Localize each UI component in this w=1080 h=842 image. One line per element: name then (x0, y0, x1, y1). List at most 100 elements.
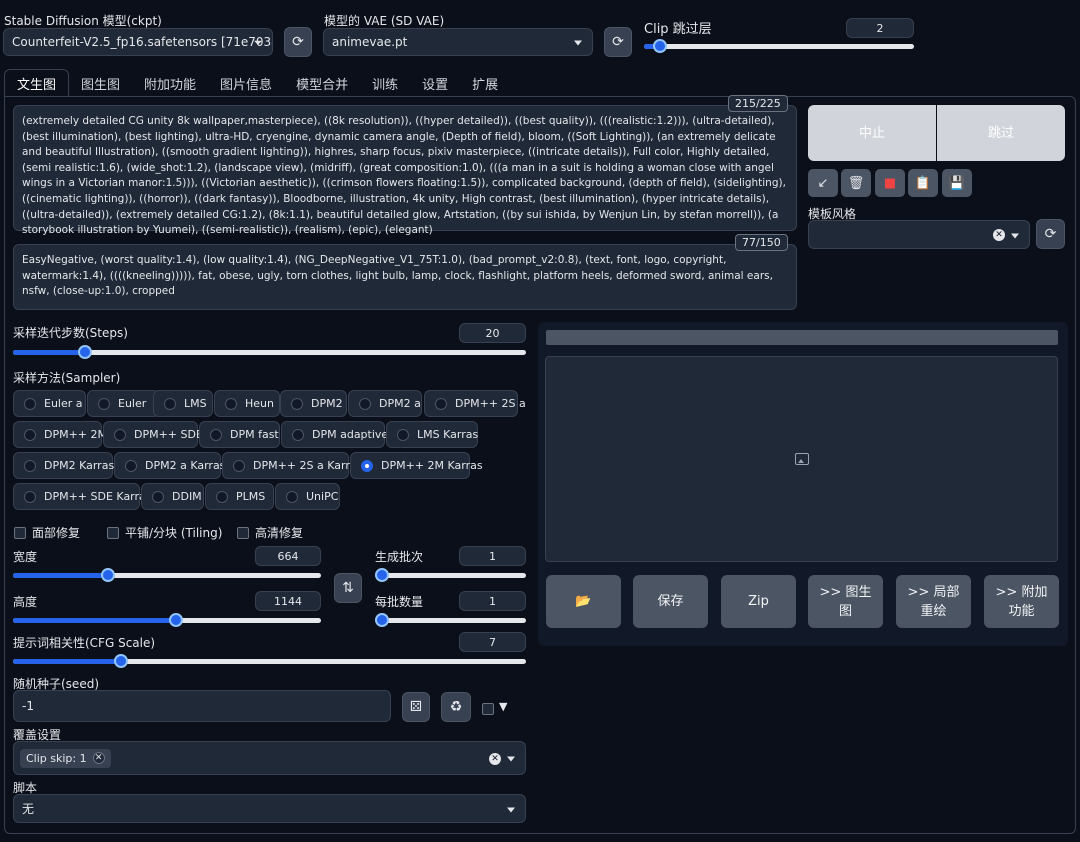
tab-1[interactable]: 图生图 (69, 69, 132, 97)
radio-dot[interactable] (98, 397, 110, 410)
sampler-option[interactable]: Heun (214, 390, 280, 417)
refresh-ckpt-button[interactable]: ⟳ (284, 27, 312, 57)
width-value[interactable]: 664 (255, 546, 321, 566)
clear-prompt-button[interactable]: 🗑 (841, 169, 871, 197)
send-to-extras-button[interactable]: >> 附加 功能 (984, 575, 1059, 628)
sampler-option[interactable]: PLMS (205, 483, 274, 510)
tiling-checkbox[interactable]: 平铺/分块 (Tiling) (107, 524, 222, 541)
radio-dot[interactable] (435, 397, 447, 410)
refresh-styles-button[interactable]: ⟳ (1036, 219, 1065, 249)
clip-skip-value[interactable]: 2 (846, 18, 914, 38)
sampler-option[interactable]: DPM++ 2M (13, 421, 107, 448)
radio-dot[interactable] (233, 459, 245, 472)
tab-0[interactable]: 文生图 (4, 69, 70, 97)
open-folder-button[interactable]: 📂 (546, 575, 621, 628)
radio-dot[interactable] (164, 397, 176, 410)
radio-dot[interactable] (24, 490, 36, 503)
extra-seed-checkbox[interactable] (482, 703, 494, 715)
checkbox-box[interactable] (14, 526, 26, 539)
sampler-option[interactable]: Euler (87, 390, 160, 417)
remove-chip-icon[interactable]: ✕ (92, 752, 105, 764)
reuse-seed-button[interactable]: ♻ (441, 692, 471, 722)
radio-dot[interactable] (225, 397, 237, 410)
seed-input[interactable]: -1 (13, 690, 391, 722)
sampler-option[interactable]: LMS Karras (386, 421, 478, 448)
random-seed-button[interactable]: ⚄ (402, 692, 430, 722)
apply-style-button[interactable]: 📋 (908, 169, 938, 197)
clear-icon[interactable]: ✕ (489, 753, 501, 765)
width-slider[interactable] (13, 568, 321, 582)
vae-select[interactable]: animevae.pt (323, 28, 593, 56)
slider-thumb[interactable] (113, 654, 128, 668)
sampler-option[interactable]: DPM++ 2S a (424, 390, 526, 417)
sampler-option[interactable]: DDIM (141, 483, 204, 510)
sampler-option[interactable]: DPM++ 2M Karras (350, 452, 483, 479)
tab-2[interactable]: 附加功能 (132, 69, 208, 97)
read-params-button[interactable]: ↙ (808, 169, 838, 197)
sampler-option[interactable]: DPM2 Karras (13, 452, 114, 479)
triangle-down-icon[interactable]: ▼ (499, 700, 507, 713)
sampler-option[interactable]: DPM fast (199, 421, 280, 448)
radio-dot[interactable] (210, 428, 222, 441)
radio-dot[interactable] (361, 459, 373, 472)
batch-size-value[interactable]: 1 (459, 591, 526, 611)
slider-thumb[interactable] (375, 613, 389, 627)
hires-fix-checkbox[interactable]: 高清修复 (237, 524, 303, 541)
sampler-option[interactable]: DPM++ SDE Karras (13, 483, 152, 510)
tab-4[interactable]: 模型合并 (284, 69, 360, 97)
radio-dot[interactable] (24, 459, 36, 472)
sampler-option[interactable]: Euler a (13, 390, 86, 417)
sampler-option[interactable]: DPM++ SDE (103, 421, 203, 448)
slider-thumb[interactable] (77, 345, 92, 359)
slider-thumb[interactable] (169, 613, 184, 627)
sampler-option[interactable]: DPM2 (280, 390, 347, 417)
slider-thumb[interactable] (375, 568, 389, 582)
sampler-option[interactable]: DPM adaptive (281, 421, 388, 448)
send-to-inpaint-button[interactable]: >> 局部 重绘 (896, 575, 971, 628)
batch-count-value[interactable]: 1 (459, 546, 526, 566)
radio-dot[interactable] (125, 459, 137, 472)
height-value[interactable]: 1144 (255, 591, 321, 611)
slider-thumb[interactable] (653, 39, 668, 53)
steps-value[interactable]: 20 (459, 323, 526, 343)
clip-skip-slider[interactable] (644, 39, 914, 53)
radio-dot[interactable] (292, 428, 304, 441)
tab-7[interactable]: 扩展 (460, 69, 510, 97)
styles-select[interactable]: ✕ (808, 220, 1030, 249)
radio-dot[interactable] (286, 490, 298, 503)
steps-slider[interactable] (13, 345, 526, 359)
radio-dot[interactable] (152, 490, 164, 503)
radio-dot[interactable] (24, 397, 36, 410)
skip-button[interactable]: 跳过 (937, 105, 1065, 161)
negative-prompt-textarea[interactable]: EasyNegative, (worst quality:1.4), (low … (13, 244, 797, 310)
tab-5[interactable]: 训练 (360, 69, 410, 97)
slider-thumb[interactable] (101, 568, 116, 582)
height-slider[interactable] (13, 613, 321, 627)
script-select[interactable]: 无 (13, 794, 526, 823)
prompt-textarea[interactable]: (extremely detailed CG unity 8k wallpape… (13, 105, 797, 236)
cfg-value[interactable]: 7 (459, 632, 526, 652)
zip-button[interactable]: Zip (721, 575, 796, 628)
radio-dot[interactable] (291, 397, 303, 410)
cfg-slider[interactable] (13, 654, 526, 668)
override-settings-select[interactable]: Clip skip: 1 ✕ ✕ (13, 741, 526, 775)
sampler-option[interactable]: DPM2 a Karras (114, 452, 225, 479)
ckpt-select[interactable]: Counterfeit-V2.5_fp16.safetensors [71e70… (3, 28, 273, 56)
radio-dot[interactable] (216, 490, 228, 503)
sampler-option[interactable]: UniPC (275, 483, 340, 510)
clear-icon[interactable]: ✕ (993, 229, 1005, 241)
sampler-option[interactable]: DPM2 a (348, 390, 422, 417)
save-button[interactable]: 保存 (633, 575, 708, 628)
sampler-option[interactable]: DPM++ 2S a Karras (222, 452, 362, 479)
radio-dot[interactable] (114, 428, 126, 441)
radio-dot[interactable] (397, 428, 409, 441)
refresh-vae-button[interactable]: ⟳ (604, 27, 632, 57)
face-restore-checkbox[interactable]: 面部修复 (14, 524, 80, 541)
sampler-option[interactable]: LMS (153, 390, 213, 417)
batch-count-slider[interactable] (375, 568, 526, 582)
extra-networks-button[interactable]: ■ (875, 169, 905, 197)
send-to-img2img-button[interactable]: >> 图生 图 (808, 575, 883, 628)
radio-dot[interactable] (24, 428, 36, 441)
batch-size-slider[interactable] (375, 613, 526, 627)
radio-dot[interactable] (359, 397, 371, 410)
